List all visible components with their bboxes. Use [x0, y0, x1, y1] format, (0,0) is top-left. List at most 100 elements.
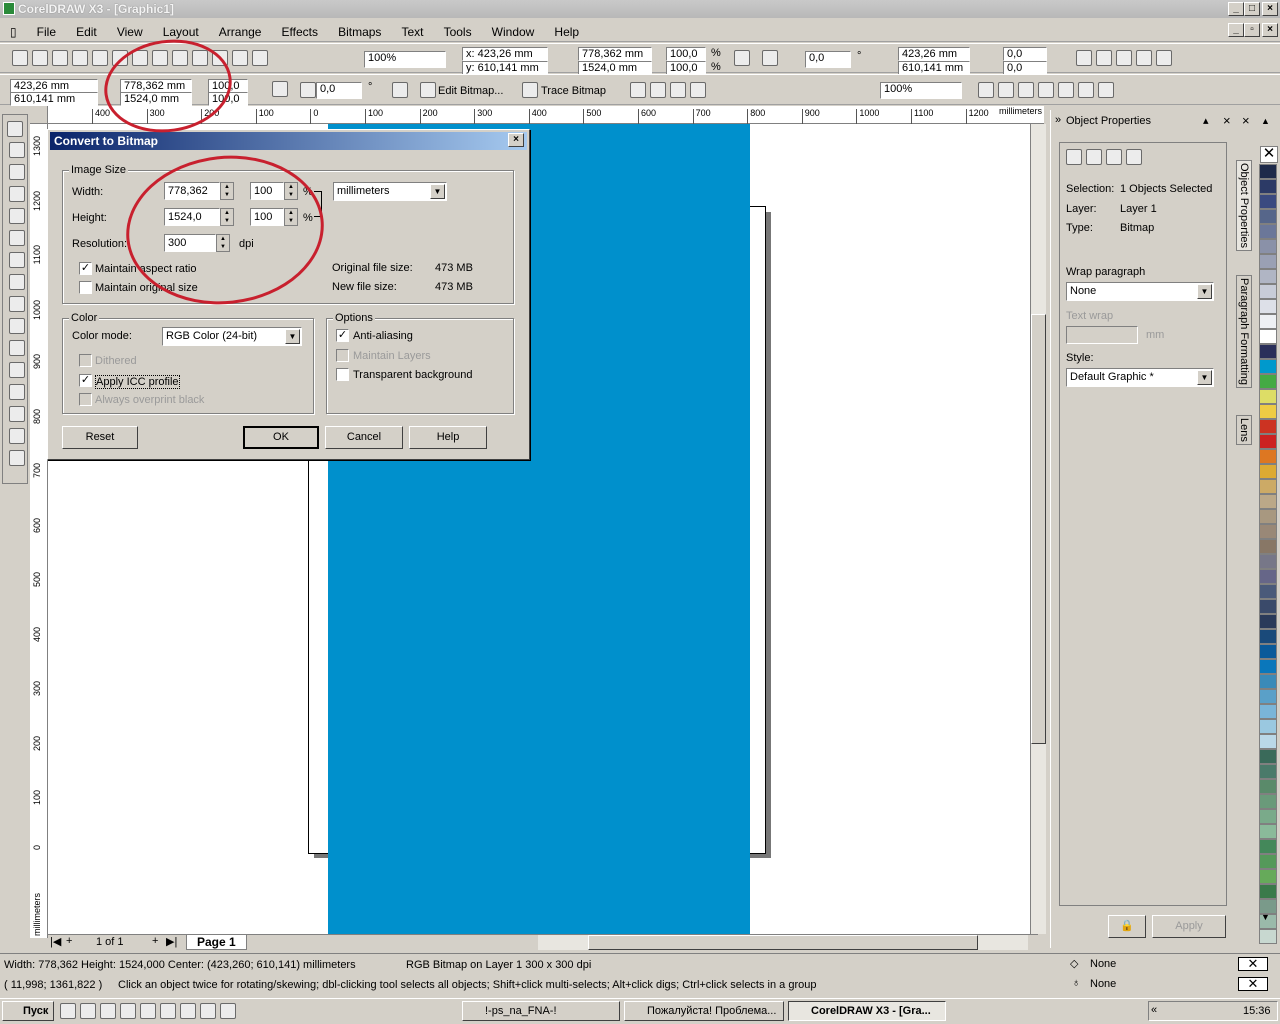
skew-h-field[interactable]: 0,0 [1003, 47, 1047, 61]
color-swatch[interactable] [1259, 854, 1277, 869]
color-swatch[interactable] [1259, 524, 1277, 539]
quicklaunch-corel-icon[interactable] [180, 1003, 196, 1019]
units-combo[interactable]: millimeters ▼ [333, 182, 447, 201]
zoom-in-icon[interactable] [978, 82, 994, 98]
maximize-button[interactable]: □ [1244, 2, 1260, 16]
color-swatch[interactable] [1259, 419, 1277, 434]
no-color-swatch[interactable]: ✕ [1260, 146, 1278, 163]
color-swatch[interactable] [1259, 209, 1277, 224]
height-percent-spinner[interactable]: ▲ ▼ [284, 208, 298, 226]
prop-y-field[interactable]: 610,141 mm [10, 92, 98, 106]
tab-object-properties[interactable]: Object Properties [1236, 160, 1252, 251]
crop-icon[interactable] [630, 82, 646, 98]
menu-window[interactable]: Window [483, 20, 543, 39]
docker-close-all-icon[interactable]: × [1242, 113, 1250, 128]
zoom-page-icon[interactable] [1058, 82, 1074, 98]
rectangle-tool-icon[interactable] [9, 252, 25, 268]
text-tool-icon[interactable] [9, 340, 25, 356]
add-page-after-icon[interactable]: + [152, 935, 158, 947]
color-swatch[interactable] [1259, 929, 1277, 944]
edit-bitmap-button[interactable]: Edit Bitmap... [438, 85, 503, 97]
color-swatch[interactable] [1259, 194, 1277, 209]
docker-collapse-icon[interactable]: ▴ [1203, 114, 1209, 127]
save-icon[interactable] [52, 50, 68, 66]
import-icon[interactable] [192, 50, 208, 66]
color-swatch[interactable] [1259, 254, 1277, 269]
color-swatch[interactable] [1259, 839, 1277, 854]
color-swatch[interactable] [1259, 584, 1277, 599]
color-swatch[interactable] [1259, 644, 1277, 659]
color-swatch[interactable] [1259, 239, 1277, 254]
color-swatch[interactable] [1259, 314, 1277, 329]
wrap-icon[interactable] [690, 82, 706, 98]
menu-text[interactable]: Text [393, 20, 432, 39]
color-swatch[interactable] [1259, 749, 1277, 764]
tab-fill-icon[interactable] [1066, 149, 1082, 165]
color-swatch[interactable] [1259, 269, 1277, 284]
prop-height-field[interactable]: 1524,0 mm [120, 92, 192, 106]
zoom-out-icon[interactable] [998, 82, 1014, 98]
first-page-icon[interactable]: |◀ [50, 935, 61, 948]
height-field[interactable]: 1524,0 mm [578, 61, 652, 75]
prop-scale-y-field[interactable]: 100,0 [208, 92, 248, 106]
apply-icc-checkbox[interactable]: ✓ [79, 374, 92, 387]
prop-lock-icon[interactable] [272, 81, 288, 97]
x-position-field[interactable]: x: 423,26 mm [462, 47, 548, 61]
launcher-icon[interactable] [232, 50, 248, 66]
edit-bitmap-icon[interactable] [420, 82, 436, 98]
color-swatch[interactable] [1259, 689, 1277, 704]
zoom-width-icon[interactable] [1078, 82, 1094, 98]
color-swatch[interactable] [1259, 614, 1277, 629]
tab-internet-icon[interactable] [1106, 149, 1122, 165]
scale-y-field[interactable]: 100,0 [666, 61, 706, 75]
color-swatch[interactable] [1259, 794, 1277, 809]
color-swatch[interactable] [1259, 569, 1277, 584]
rotate-icon[interactable] [762, 50, 778, 66]
wrap-paragraph-combo[interactable]: None ▼ [1066, 282, 1214, 301]
vertical-scrollbar[interactable] [1030, 124, 1046, 934]
prop-scale-x-field[interactable]: 100,0 [208, 79, 248, 93]
maintain-aspect-checkbox[interactable]: ✓ [79, 262, 92, 275]
doc-restore-button[interactable]: ▫ [1244, 23, 1260, 37]
minimize-button[interactable]: _ [1228, 2, 1244, 16]
color-swatch[interactable] [1259, 344, 1277, 359]
color-swatch[interactable] [1259, 734, 1277, 749]
cancel-button[interactable]: Cancel [325, 426, 403, 449]
copy-icon[interactable] [112, 50, 128, 66]
trace-bitmap-button[interactable]: Trace Bitmap [541, 85, 606, 97]
interactive-tool-icon[interactable] [9, 362, 25, 378]
docker-close-icon[interactable]: × [1223, 113, 1231, 128]
prop-zoom-combo[interactable]: 100% [880, 82, 962, 99]
quicklaunch-firefox-icon[interactable] [200, 1003, 216, 1019]
quicklaunch-desktop-icon[interactable] [80, 1003, 96, 1019]
page-tab[interactable]: Page 1 [186, 935, 247, 950]
width-spinner[interactable]: ▲ ▼ [220, 182, 234, 200]
tab-outline-icon[interactable] [1086, 149, 1102, 165]
skew-v-field[interactable]: 0,0 [1003, 61, 1047, 75]
quicklaunch-ie-icon[interactable] [100, 1003, 116, 1019]
paste-icon[interactable] [132, 50, 148, 66]
x2-field[interactable]: 423,26 mm [898, 47, 970, 61]
zoom-combo[interactable]: 100% [364, 51, 446, 68]
color-swatch[interactable] [1259, 719, 1277, 734]
grid-icon[interactable] [1136, 50, 1152, 66]
start-button[interactable]: Пуск [2, 1001, 54, 1021]
quicklaunch-excel-icon[interactable] [160, 1003, 176, 1019]
fill-tool-icon[interactable] [9, 428, 25, 444]
reset-button[interactable]: Reset [62, 426, 138, 449]
color-mode-combo[interactable]: RGB Color (24-bit) ▼ [162, 327, 302, 346]
horizontal-scrollbar[interactable] [538, 935, 1028, 950]
smart-fill-tool-icon[interactable] [9, 230, 25, 246]
shape-tool-icon[interactable] [9, 142, 25, 158]
eyedropper-tool-icon[interactable] [9, 384, 25, 400]
lock-ratio-icon[interactable] [734, 50, 750, 66]
doc-icon[interactable]: ▯ [0, 20, 25, 39]
menu-view[interactable]: View [108, 20, 151, 39]
width-percent-field[interactable]: 100 [250, 182, 284, 200]
style-combo[interactable]: Default Graphic * ▼ [1066, 368, 1214, 387]
ellipse-tool-icon[interactable] [9, 274, 25, 290]
transparent-bg-checkbox[interactable] [336, 368, 349, 381]
welcome-icon[interactable] [252, 50, 268, 66]
pick-tool-icon[interactable] [7, 121, 23, 137]
mirror-icon[interactable] [392, 82, 408, 98]
